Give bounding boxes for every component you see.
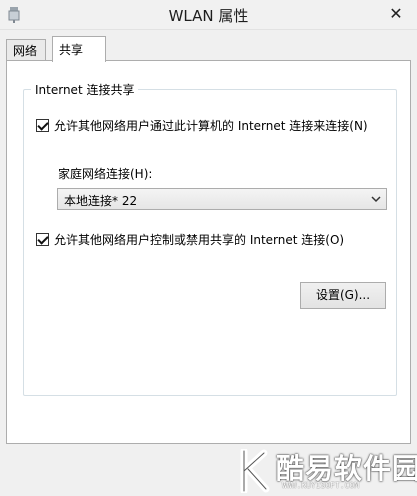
ics-group-title: Internet 连接共享 xyxy=(31,81,139,98)
title-bar: WLAN 属性 ✕ xyxy=(0,0,417,30)
allow-control-label: 允许其他网络用户控制或禁用共享的 Internet 连接(O) xyxy=(54,233,345,247)
sharing-panel: Internet 连接共享 允许其他网络用户通过此计算机的 Internet 连… xyxy=(6,60,411,444)
allow-connect-row[interactable]: 允许其他网络用户通过此计算机的 Internet 连接来连接(N) xyxy=(36,117,368,134)
allow-connect-checkbox[interactable] xyxy=(36,119,49,132)
window-title: WLAN 属性 xyxy=(168,7,249,25)
allow-control-row[interactable]: 允许其他网络用户控制或禁用共享的 Internet 连接(O) xyxy=(36,231,344,248)
watermark-logo-icon xyxy=(240,449,270,493)
tab-network[interactable]: 网络 xyxy=(6,39,46,61)
watermark-url: WWW.KUYISOFT.COM xyxy=(282,481,360,490)
watermark: 酷易软件园 WWW.KUYISOFT.COM xyxy=(230,443,417,496)
home-network-label: 家庭网络连接(H): xyxy=(58,167,153,181)
home-network-value: 本地连接* 22 xyxy=(64,194,138,208)
close-button[interactable]: ✕ xyxy=(385,3,407,25)
allow-connect-label: 允许其他网络用户通过此计算机的 Internet 连接来连接(N) xyxy=(54,119,368,133)
settings-button[interactable]: 设置(G)... xyxy=(300,282,386,309)
home-network-select[interactable]: 本地连接* 22 xyxy=(57,188,387,210)
allow-control-checkbox[interactable] xyxy=(36,233,49,246)
tab-strip: 网络 共享 xyxy=(6,36,411,62)
close-icon: ✕ xyxy=(389,4,403,23)
chevron-down-icon xyxy=(371,196,381,203)
tab-sharing[interactable]: 共享 xyxy=(52,36,106,62)
